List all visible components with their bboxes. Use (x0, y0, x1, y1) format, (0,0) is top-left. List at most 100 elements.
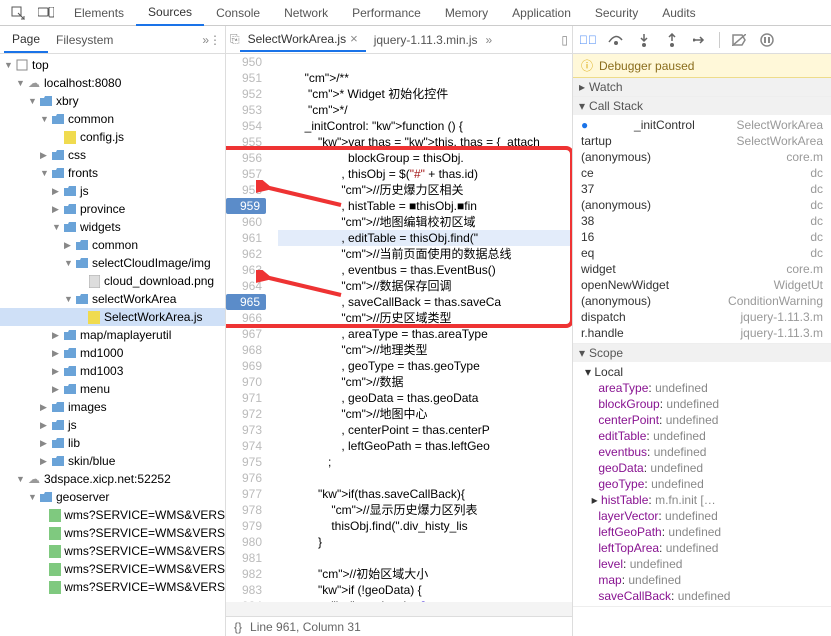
code-line[interactable]: , geoData = thas.geoData (278, 390, 572, 406)
gutter-line[interactable]: 963 (226, 262, 262, 278)
tree-node[interactable]: ▼selectCloudImage/img (0, 254, 225, 272)
left-tab-filesystem[interactable]: Filesystem (48, 27, 121, 53)
gutter-line[interactable]: 973 (226, 422, 262, 438)
gutter-line[interactable]: 960 (226, 214, 262, 230)
watch-section[interactable]: ▸Watch (573, 78, 831, 97)
nav-back-icon[interactable]: ⎘ (230, 32, 240, 47)
resume-icon[interactable]: ▶⃓ (579, 31, 597, 49)
tree-node[interactable]: ▼xbry (0, 92, 225, 110)
code-line[interactable]: blockGroup = thisObj. (278, 150, 572, 166)
left-menu-icon[interactable]: ⋮ (209, 33, 221, 47)
tree-node[interactable]: ▼☁3dspace.xicp.net:52252 (0, 470, 225, 488)
gutter-line[interactable]: 954 (226, 118, 262, 134)
gutter-line[interactable]: 983 (226, 582, 262, 598)
callstack-frame[interactable]: 38dc (577, 213, 827, 229)
gutter-line[interactable]: 976 (226, 470, 262, 486)
gutter-line[interactable]: 969 (226, 358, 262, 374)
tree-twisty-icon[interactable]: ▶ (52, 348, 62, 359)
code-line[interactable]: "kw">var level = 2; (278, 598, 572, 602)
gutter-line[interactable]: 966 (226, 310, 262, 326)
code-line[interactable] (278, 550, 572, 566)
callstack-frame[interactable]: 16dc (577, 229, 827, 245)
tree-node[interactable]: ▼widgets (0, 218, 225, 236)
gutter-line[interactable]: 961 (226, 230, 262, 246)
topnav-tab-console[interactable]: Console (204, 0, 272, 26)
code-line[interactable]: "cm">//历史爆力区相关 (278, 182, 572, 198)
gutter-line[interactable]: 971 (226, 390, 262, 406)
callstack-section[interactable]: ▾Call Stack _initControlSelectWorkAreata… (573, 97, 831, 344)
scope-variable[interactable]: level: undefined (577, 556, 827, 572)
gutter-line[interactable]: 975 (226, 454, 262, 470)
scope-variable[interactable]: leftTopArea: undefined (577, 540, 827, 556)
code-line[interactable]: ; (278, 454, 572, 470)
toggle-pane-icon[interactable]: ▯ (561, 33, 568, 47)
code-line[interactable]: , saveCallBack = thas.saveCa (278, 294, 572, 310)
scope-local-header[interactable]: ▾ Local (577, 364, 827, 380)
tree-twisty-icon[interactable]: ▼ (4, 60, 14, 70)
callstack-frame[interactable]: 37dc (577, 181, 827, 197)
callstack-frame[interactable]: _initControlSelectWorkArea (577, 117, 827, 133)
tree-twisty-icon[interactable]: ▶ (40, 438, 50, 449)
code-line[interactable]: thisObj.find(".div_histy_lis (278, 518, 572, 534)
scope-variable[interactable]: leftGeoPath: undefined (577, 524, 827, 540)
gutter-line[interactable]: 953 (226, 102, 262, 118)
tree-twisty-icon[interactable]: ▶ (52, 366, 62, 377)
tree-node[interactable]: wms?SERVICE=WMS&VERS (0, 542, 225, 560)
code-line[interactable]: , thisObj = $("#" + thas.id) (278, 166, 572, 182)
gutter-line[interactable]: 977 (226, 486, 262, 502)
gutter-line[interactable]: 967 (226, 326, 262, 342)
callstack-frame[interactable]: openNewWidgetWidgetUt (577, 277, 827, 293)
code-line[interactable]: , eventbus = thas.EventBus() (278, 262, 572, 278)
tree-node[interactable]: ▶province (0, 200, 225, 218)
tree-twisty-icon[interactable]: ▼ (16, 474, 26, 484)
scope-variable[interactable]: areaType: undefined (577, 380, 827, 396)
gutter-line[interactable]: 984 (226, 598, 262, 602)
gutter-line[interactable]: 952 (226, 86, 262, 102)
topnav-tab-network[interactable]: Network (272, 0, 340, 26)
gutter-line[interactable]: 979 (226, 518, 262, 534)
tree-twisty-icon[interactable]: ▶ (52, 204, 62, 215)
gutter-line[interactable]: 974 (226, 438, 262, 454)
file-tree[interactable]: ▼top▼☁localhost:8080▼xbry▼commonconfig.j… (0, 54, 225, 636)
scope-variable[interactable]: blockGroup: undefined (577, 396, 827, 412)
callstack-frame[interactable]: (anonymous)dc (577, 197, 827, 213)
gutter-line[interactable]: 957 (226, 166, 262, 182)
tree-twisty-icon[interactable]: ▼ (40, 168, 50, 178)
gutter-line[interactable]: 956 (226, 150, 262, 166)
scope-variable[interactable]: eventbus: undefined (577, 444, 827, 460)
tree-twisty-icon[interactable]: ▼ (16, 78, 26, 88)
code-line[interactable]: _initControl: "kw">function () { (278, 118, 572, 134)
tree-node[interactable]: ▼selectWorkArea (0, 290, 225, 308)
gutter-line[interactable]: 972 (226, 406, 262, 422)
callstack-frame[interactable]: dispatchjquery-1.11.3.m (577, 309, 827, 325)
tree-node[interactable]: ▶skin/blue (0, 452, 225, 470)
breakpoint-icon[interactable]: {} (234, 620, 242, 634)
code-line[interactable]: "cm">*/ (278, 102, 572, 118)
tree-twisty-icon[interactable]: ▶ (52, 330, 62, 341)
inspect-icon[interactable] (6, 1, 30, 25)
code-line[interactable]: "cm">//地理类型 (278, 342, 572, 358)
tree-node[interactable]: ▶js (0, 182, 225, 200)
tree-node[interactable]: ▼geoserver (0, 488, 225, 506)
tree-twisty-icon[interactable]: ▶ (40, 456, 50, 467)
tree-twisty-icon[interactable]: ▼ (52, 222, 62, 232)
code-line[interactable]: "cm">//初始区域大小 (278, 566, 572, 582)
tree-twisty-icon[interactable]: ▶ (40, 150, 50, 161)
tree-node[interactable]: ▼fronts (0, 164, 225, 182)
scope-variable[interactable]: centerPoint: undefined (577, 412, 827, 428)
more-files-icon[interactable]: » (486, 33, 493, 47)
callstack-frame[interactable]: tartupSelectWorkArea (577, 133, 827, 149)
tree-twisty-icon[interactable]: ▼ (40, 114, 50, 124)
tree-node[interactable]: SelectWorkArea.js (0, 308, 225, 326)
code-line[interactable]: "cm">* Widget 初始化控件 (278, 86, 572, 102)
code-line[interactable]: "kw">if(thas.saveCallBack){ (278, 486, 572, 502)
file-tab[interactable]: jquery-1.11.3.min.js (366, 28, 486, 52)
gutter-line[interactable]: 978 (226, 502, 262, 518)
code-line[interactable]: , areaType = thas.areaType (278, 326, 572, 342)
code-line[interactable]: "cm">//历史区域类型 (278, 310, 572, 326)
tree-node[interactable]: ▶js (0, 416, 225, 434)
gutter-line[interactable]: 962 (226, 246, 262, 262)
step-over-icon[interactable] (607, 31, 625, 49)
tree-twisty-icon[interactable]: ▶ (52, 186, 62, 197)
pause-exceptions-icon[interactable] (758, 31, 776, 49)
